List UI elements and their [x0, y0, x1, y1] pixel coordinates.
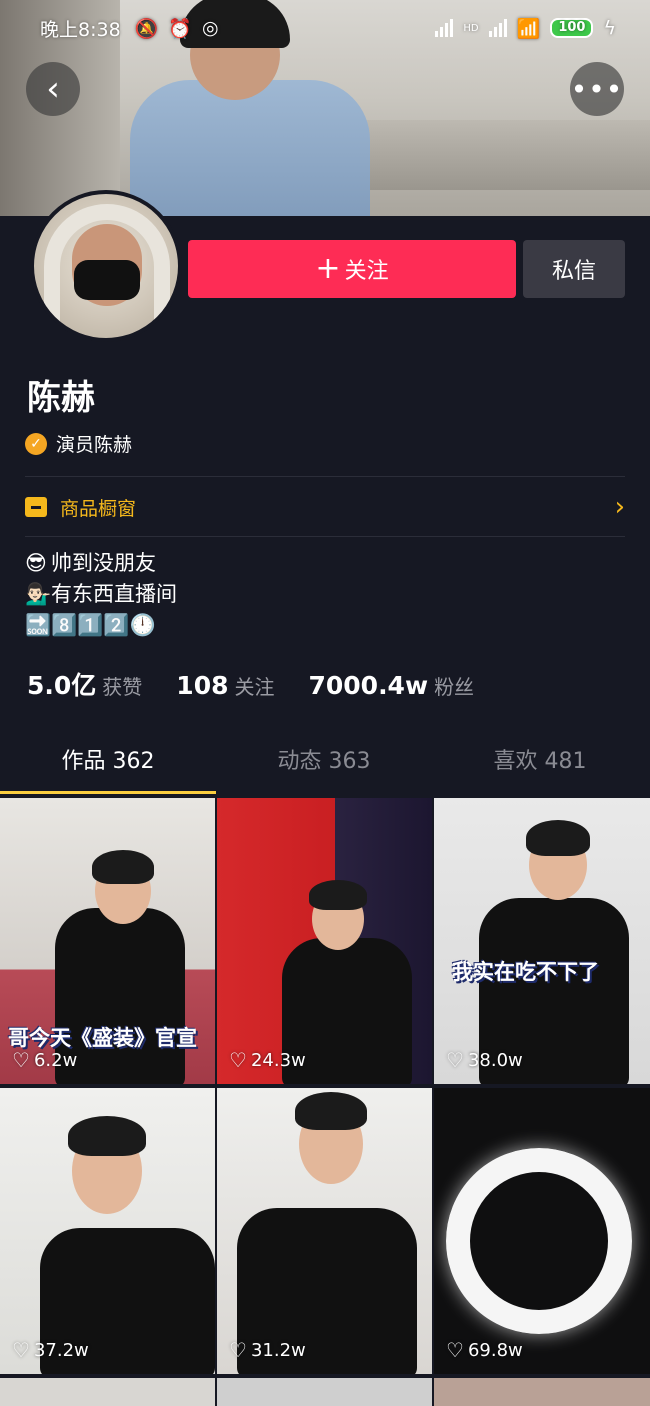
heart-icon: ♡ [446, 1338, 464, 1362]
profile-name: 陈赫 [27, 378, 95, 418]
cover-person-jacket [130, 80, 370, 216]
likes-label: 获赞 [102, 675, 143, 699]
heart-icon: ♡ [229, 1048, 247, 1072]
battery-icon: 100 [550, 18, 594, 38]
status-bar: 晚上8:38 🔕 ⏰ ◎ HD 📶 100 ϟ [0, 0, 650, 56]
thumb-hair [309, 880, 367, 910]
ring-light [446, 1148, 632, 1334]
video-likes-count: 37.2w [33, 1339, 89, 1361]
bio: 😎 帅到没朋友 💁🏻‍♂️有东西直播间 🔜8️⃣1️⃣2️⃣🕛 [25, 548, 177, 641]
divider [25, 476, 625, 477]
video-caption: 我实在吃不下了 [452, 960, 599, 984]
alarm-icon: ⏰ [168, 17, 193, 40]
more-button[interactable]: ••• [570, 62, 624, 116]
avatar[interactable] [30, 190, 182, 342]
video-thumbnail[interactable]: 我实在吃不下了 ♡ 38.0w [434, 798, 650, 1084]
likes-count: 5.0亿 [27, 671, 97, 700]
content-tabs: 作品 362 动态 363 喜欢 481 [0, 738, 650, 794]
wifi-icon: 📶 [516, 17, 541, 40]
status-time: 晚上8:38 [40, 18, 121, 41]
soon-arrow-emoji-icon: 🔜 [25, 613, 52, 637]
sync-icon: ◎ [202, 17, 219, 39]
message-label: 私信 [551, 259, 596, 284]
tab-likes[interactable]: 喜欢 481 [432, 738, 648, 794]
chevron-left-icon: ‹ [46, 69, 60, 109]
following-count[interactable]: 108 [176, 671, 228, 700]
cover-railing [360, 120, 650, 190]
thumb-hair [295, 1092, 367, 1130]
back-button[interactable]: ‹ [26, 62, 80, 116]
followers-label[interactable]: 粉丝 [434, 671, 474, 700]
signal-icon [435, 19, 454, 37]
video-thumbnail[interactable] [0, 1378, 215, 1406]
bio-text: 帅到没朋友 [51, 551, 156, 575]
network-label: HD [463, 22, 479, 34]
thumb-hair [68, 1116, 146, 1156]
video-thumbnail[interactable]: ♡ 24.3w [217, 798, 432, 1084]
video-thumbnail[interactable]: ♡ 69.8w [434, 1088, 650, 1374]
follow-label: 关注 [344, 259, 389, 284]
video-thumbnail[interactable]: ♡ 37.2w [0, 1088, 215, 1374]
person-tipping-hand-emoji-icon: 💁🏻‍♂️ [25, 582, 52, 606]
video-likes: ♡ 31.2w [229, 1338, 306, 1362]
following-label[interactable]: 关注 [234, 671, 274, 700]
thumb-hair [92, 850, 154, 884]
shop-icon [25, 497, 47, 517]
sunglasses-emoji-icon: 😎 [25, 551, 47, 575]
heart-icon: ♡ [229, 1338, 247, 1362]
bio-text: 8️⃣1️⃣2️⃣🕛 [51, 613, 156, 637]
followers-count[interactable]: 7000.4w [308, 671, 428, 700]
message-button[interactable]: 私信 [523, 240, 625, 298]
tab-works[interactable]: 作品 362 [0, 738, 216, 794]
video-likes: ♡ 24.3w [229, 1048, 306, 1072]
bio-line: 💁🏻‍♂️有东西直播间 [25, 579, 177, 610]
more-horizontal-icon: ••• [570, 72, 624, 106]
bio-line: 😎 帅到没朋友 [25, 548, 177, 579]
video-thumbnail[interactable]: ♡ 31.2w [217, 1088, 432, 1374]
bio-line: 🔜8️⃣1️⃣2️⃣🕛 [25, 610, 177, 641]
thumb-hair [526, 820, 590, 856]
shop-window-label: 商品橱窗 [60, 497, 137, 520]
video-likes-count: 6.2w [33, 1049, 78, 1071]
video-likes-count: 38.0w [467, 1049, 523, 1071]
video-likes-count: 24.3w [250, 1049, 306, 1071]
verified-label: 演员陈赫 [56, 434, 133, 456]
mute-bell-icon: 🔕 [134, 17, 159, 40]
heart-icon: ♡ [12, 1338, 30, 1362]
video-thumbnail[interactable]: 哥今天《盛装》官宣 ♡ 6.2w [0, 798, 215, 1084]
plus-icon: + [315, 251, 341, 286]
avatar-mask [74, 260, 140, 300]
heart-icon: ♡ [446, 1048, 464, 1072]
shop-window-row[interactable]: 商品橱窗 › [25, 478, 625, 536]
follow-button[interactable]: + 关注 [188, 240, 516, 298]
video-likes-count: 31.2w [250, 1339, 306, 1361]
video-likes-count: 69.8w [467, 1339, 523, 1361]
video-likes: ♡ 37.2w [12, 1338, 89, 1362]
heart-icon: ♡ [12, 1048, 30, 1072]
tab-activity[interactable]: 动态 363 [216, 738, 432, 794]
video-grid: 哥今天《盛装》官宣 ♡ 6.2w ♡ 24.3w 我实在吃不下了 ♡ 38.0w ♡ 3… [0, 798, 650, 1406]
video-likes: ♡ 6.2w [12, 1048, 77, 1072]
verified-check-icon: ✓ [25, 432, 47, 455]
divider [25, 536, 625, 537]
video-likes: ♡ 69.8w [446, 1338, 523, 1362]
chevron-right-icon: › [614, 492, 625, 522]
profile-stats: 5.0亿 获赞 108 关注 7000.4w 粉丝 [27, 666, 508, 702]
video-thumbnail[interactable] [217, 1378, 432, 1406]
video-thumbnail[interactable] [434, 1378, 650, 1406]
signal-icon-2 [488, 19, 507, 37]
verified-row: ✓ 演员陈赫 [25, 430, 132, 457]
charging-icon: ϟ [603, 17, 616, 39]
bio-text: 有东西直播间 [51, 582, 177, 606]
video-likes: ♡ 38.0w [446, 1048, 523, 1072]
